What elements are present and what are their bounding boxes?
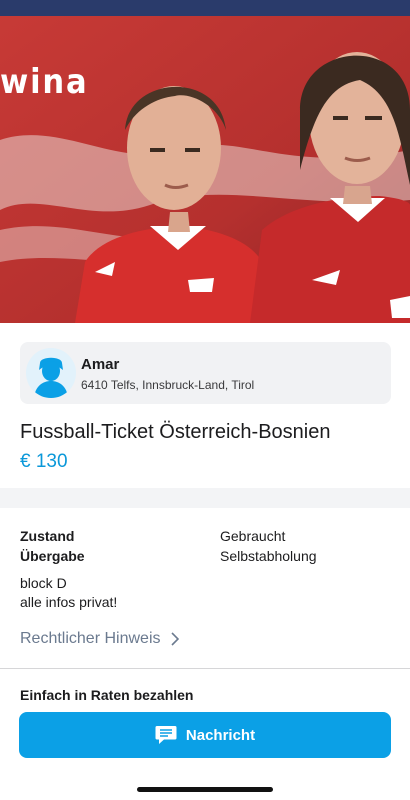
home-indicator[interactable] bbox=[137, 787, 273, 792]
listing-price: € 130 bbox=[20, 451, 68, 472]
banner-text: wina bbox=[0, 62, 89, 102]
seller-location: 6410 Telfs, Innsbruck-Land, Tirol bbox=[81, 378, 255, 392]
condition-value: Gebraucht bbox=[220, 528, 286, 544]
description-line: block D bbox=[20, 575, 67, 591]
chevron-right-icon bbox=[170, 632, 179, 646]
avatar bbox=[26, 348, 76, 398]
message-button-label: Nachricht bbox=[185, 726, 256, 744]
legal-notice-label: Rechtlicher Hinweis bbox=[20, 630, 161, 647]
photo-illustration bbox=[0, 0, 410, 323]
installments-heading: Einfach in Raten bezahlen bbox=[20, 687, 194, 703]
description-line: alle infos privat! bbox=[20, 594, 118, 610]
condition-label: Zustand bbox=[20, 528, 75, 544]
chat-icon bbox=[155, 726, 177, 744]
handover-value: Selbstabholung bbox=[220, 548, 317, 564]
photo-top-strip bbox=[0, 0, 410, 16]
user-icon bbox=[26, 348, 76, 398]
seller-card[interactable]: Amar 6410 Telfs, Innsbruck-Land, Tirol bbox=[20, 342, 391, 404]
message-button[interactable]: Nachricht bbox=[19, 712, 391, 758]
seller-name: Amar bbox=[81, 356, 120, 373]
handover-label: Übergabe bbox=[20, 548, 85, 564]
legal-notice-link[interactable]: Rechtlicher Hinweis bbox=[20, 630, 179, 648]
listing-title: Fussball-Ticket Österreich-Bosnien bbox=[20, 421, 331, 443]
listing-photo[interactable]: wina bbox=[0, 0, 410, 323]
listing-details: Zustand Gebraucht Übergabe Selbstabholun… bbox=[0, 508, 410, 668]
listing-header: Amar 6410 Telfs, Innsbruck-Land, Tirol F… bbox=[0, 323, 410, 488]
